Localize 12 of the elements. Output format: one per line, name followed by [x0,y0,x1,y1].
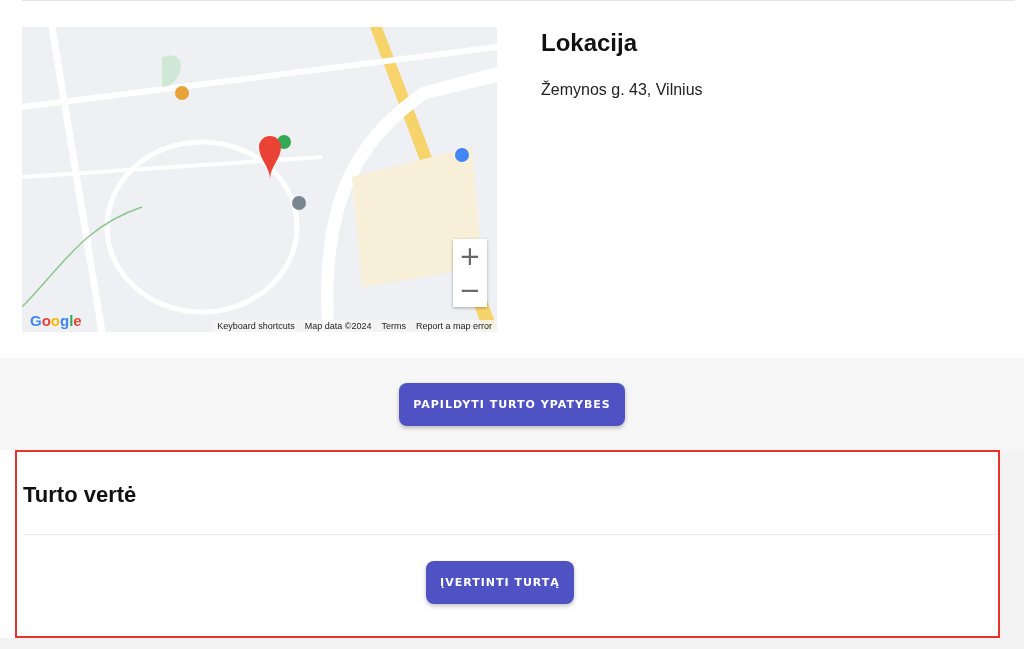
map-attribution-link[interactable]: Terms [381,321,406,331]
map-attribution-link[interactable]: Report a map error [415,321,492,331]
evaluate-button[interactable]: ĮVERTINTI TURTĄ [426,561,574,604]
add-features-button[interactable]: PAPILDYTI TURTO YPATYBES [399,382,625,426]
address-text: Žemynos g. 43, Vilnius [541,81,703,99]
section-title: Lokacija [541,29,639,57]
zoom-out-button[interactable]: − [453,273,487,307]
zoom-in-button[interactable]: + [453,239,487,273]
map-logo: Google [30,312,82,329]
section-title: Turto vertė [22,481,138,509]
map-attribution-link[interactable]: Keyboard shortcuts [217,321,295,331]
map-attribution-link[interactable]: Map data ©2024 [304,321,372,331]
